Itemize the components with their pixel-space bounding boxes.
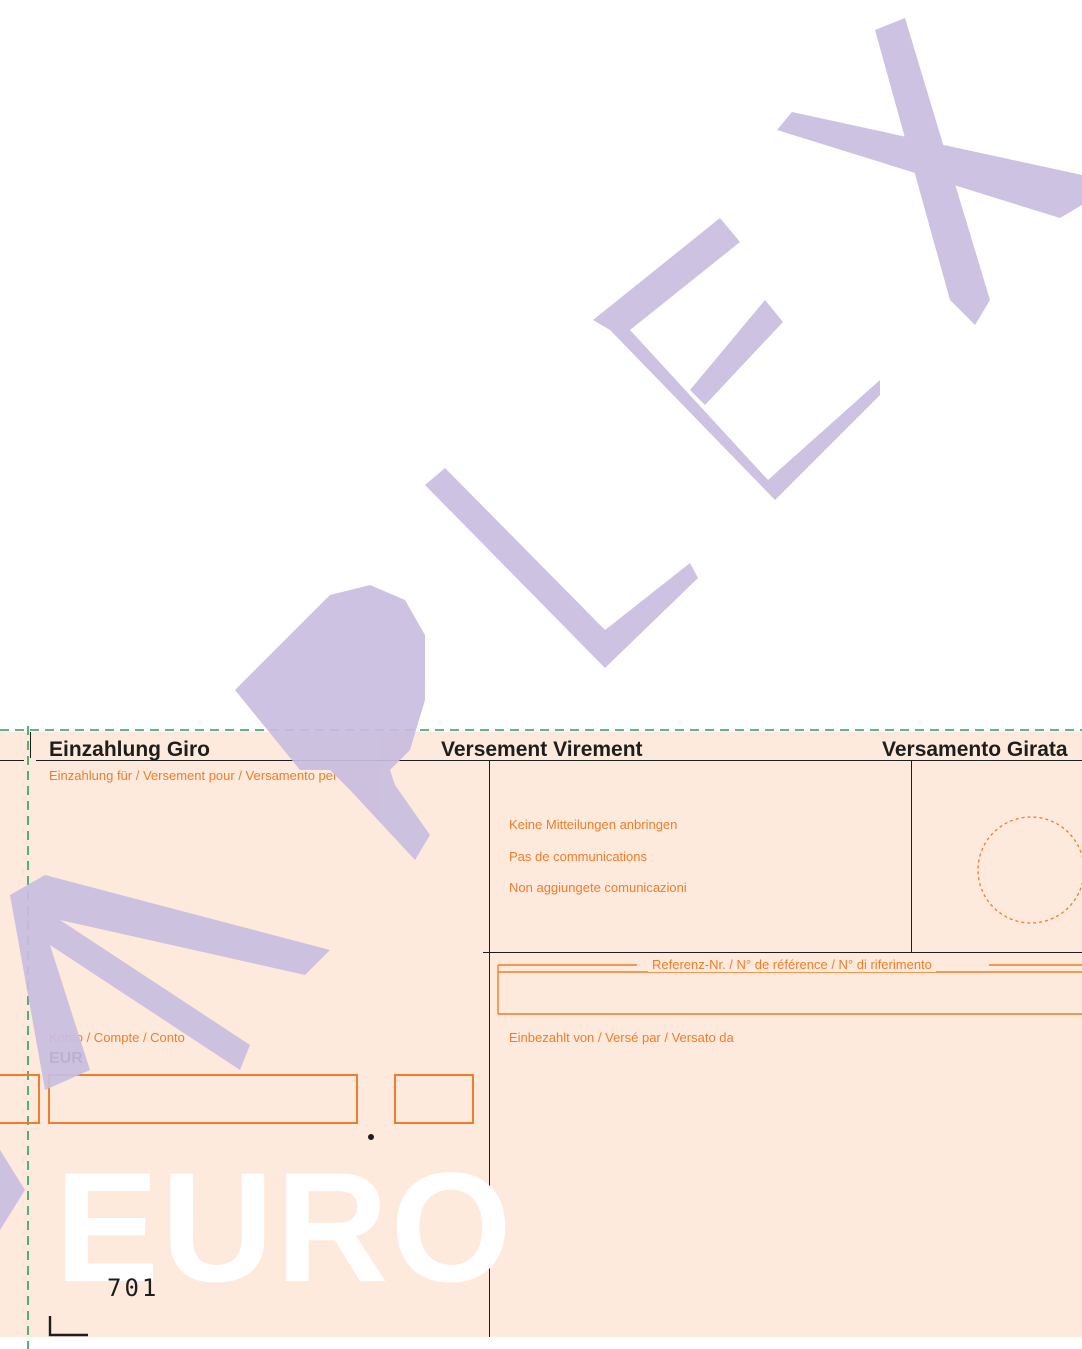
- notice-it: Non aggiungete comunicazioni: [509, 880, 687, 895]
- rule-tick: [30, 732, 31, 758]
- notice-de: Keine Mitteilungen anbringen: [509, 817, 678, 832]
- amount-euros-box[interactable]: [48, 1074, 358, 1124]
- rule-reference-top: [483, 952, 1082, 953]
- perforation-left: [27, 726, 29, 1349]
- notice-fr: Pas de communications: [509, 849, 648, 864]
- amount-box-receipt[interactable]: [0, 1074, 40, 1124]
- currency-label: EUR: [49, 1050, 83, 1067]
- decimal-point: [368, 1134, 374, 1140]
- reference-label: Referenz-Nr. / N° de référence / N° di r…: [648, 957, 936, 972]
- payer-label: Einbezahlt von / Versé par / Versato da: [509, 1030, 734, 1045]
- rule-left-stub: [0, 760, 24, 761]
- perforation-top: [0, 729, 1082, 731]
- title-de: Einzahlung Giro: [49, 738, 210, 761]
- rule-under-title: [36, 760, 1082, 761]
- slip-code: 701: [107, 1274, 160, 1302]
- amount-cents-box[interactable]: [394, 1074, 474, 1124]
- account-label: Konto / Compte / Conto: [49, 1030, 185, 1045]
- title-fr: Versement Virement: [441, 738, 643, 761]
- stamp-circle: [977, 816, 1082, 924]
- title-it: Versamento Girata: [882, 738, 1068, 761]
- payee-label: Einzahlung für / Versement pour / Versam…: [49, 768, 338, 783]
- rule-stamp-left: [911, 760, 912, 952]
- corner-mark: [48, 1316, 88, 1337]
